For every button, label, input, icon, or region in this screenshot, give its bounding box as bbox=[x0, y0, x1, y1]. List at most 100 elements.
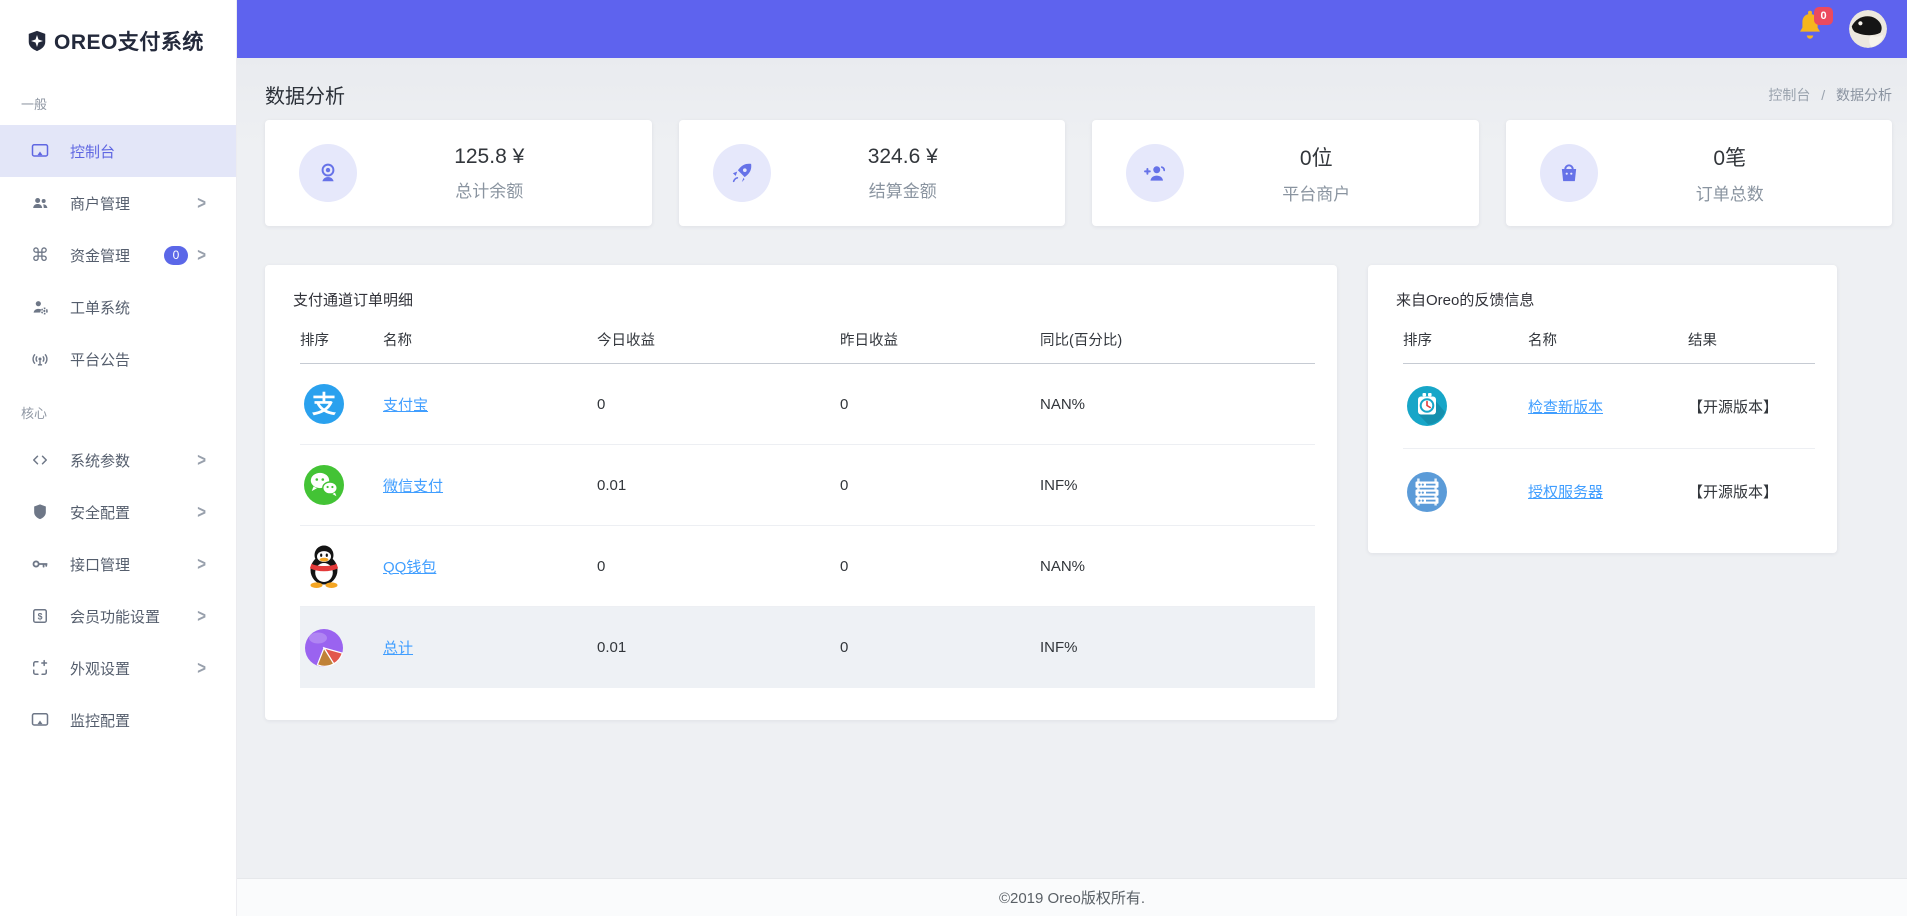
cell-ratio: NAN% bbox=[1040, 396, 1315, 413]
chevron-right-icon: > bbox=[197, 605, 206, 626]
feedback-panel-title: 来自Oreo的反馈信息 bbox=[1368, 265, 1837, 316]
broadcast-icon bbox=[30, 349, 50, 369]
breadcrumb-current: 数据分析 bbox=[1836, 87, 1892, 103]
license-server-icon bbox=[1403, 468, 1451, 516]
sidebar-item-label: 商户管理 bbox=[70, 193, 130, 214]
code-icon bbox=[30, 450, 50, 470]
breadcrumb-parent[interactable]: 控制台 bbox=[1768, 87, 1810, 103]
sidebar-item-merchants[interactable]: 商户管理 > bbox=[0, 177, 236, 229]
notifications-button[interactable]: 0 bbox=[1795, 9, 1829, 49]
stat-label: 结算金额 bbox=[771, 177, 1036, 202]
sidebar-item-api[interactable]: 接口管理 > bbox=[0, 538, 236, 590]
breadcrumb-separator: / bbox=[1821, 87, 1825, 103]
column-header-name: 名称 bbox=[383, 329, 597, 350]
sidebar-item-label: 会员功能设置 bbox=[70, 606, 160, 627]
stat-card-settlement: 324.6 ¥ 结算金额 bbox=[679, 120, 1066, 226]
shield-icon bbox=[30, 502, 50, 522]
sidebar-item-monitoring[interactable]: 监控配置 bbox=[0, 694, 236, 746]
sidebar: OREO支付系统 一般 控制台 商户管理 > ⌘ 资金管理 0 > 工单系统 平… bbox=[0, 0, 237, 916]
channel-link-wechat[interactable]: 微信支付 bbox=[383, 478, 443, 495]
stat-value: 0笔 bbox=[1598, 142, 1863, 172]
column-header-today: 今日收益 bbox=[597, 329, 840, 350]
feedback-table: 排序 名称 结果 检查新版本 【开源版本】 授权 bbox=[1403, 316, 1815, 534]
sidebar-item-funds[interactable]: ⌘ 资金管理 0 > bbox=[0, 229, 236, 281]
cell-today: 0 bbox=[597, 396, 840, 413]
cell-ratio: NAN% bbox=[1040, 558, 1315, 575]
sidebar-item-member-features[interactable]: $ 会员功能设置 > bbox=[0, 590, 236, 642]
sidebar-item-label: 控制台 bbox=[70, 141, 115, 162]
stat-card-merchants: 0位 平台商户 bbox=[1092, 120, 1479, 226]
channel-orders-panel: 支付通道订单明细 排序 名称 今日收益 昨日收益 同比(百分比) 支 支付宝 0… bbox=[265, 265, 1337, 720]
user-plus-icon bbox=[1126, 144, 1184, 202]
logo-shield-icon bbox=[26, 30, 48, 52]
command-icon: ⌘ bbox=[30, 245, 50, 265]
sidebar-item-appearance[interactable]: 外观设置 > bbox=[0, 642, 236, 694]
sidebar-item-label: 外观设置 bbox=[70, 658, 130, 679]
sidebar-item-security[interactable]: 安全配置 > bbox=[0, 486, 236, 538]
sidebar-item-announcements[interactable]: 平台公告 bbox=[0, 333, 236, 385]
chevron-right-icon: > bbox=[197, 244, 206, 265]
pie-chart-icon bbox=[300, 624, 348, 672]
table-row-qq: QQ钱包 0 0 NAN% bbox=[300, 526, 1315, 607]
stat-cards-row: 125.8 ¥ 总计余额 324.6 ¥ 结算金额 0位 平台商户 bbox=[265, 120, 1892, 226]
channel-panel-title: 支付通道订单明细 bbox=[265, 265, 1337, 316]
sidebar-item-dashboard[interactable]: 控制台 bbox=[0, 125, 236, 177]
footer: ©2019 Oreo版权所有. bbox=[237, 878, 1907, 916]
rocket-icon bbox=[713, 144, 771, 202]
cell-today: 0 bbox=[597, 558, 840, 575]
chevron-right-icon: > bbox=[197, 449, 206, 470]
stat-label: 平台商户 bbox=[1184, 180, 1449, 205]
stat-card-balance: 125.8 ¥ 总计余额 bbox=[265, 120, 652, 226]
feedback-row-license: 授权服务器 【开源版本】 bbox=[1403, 449, 1815, 534]
channel-link-qq[interactable]: QQ钱包 bbox=[383, 559, 436, 576]
svg-text:$: $ bbox=[38, 611, 43, 621]
sidebar-item-label: 系统参数 bbox=[70, 450, 130, 471]
basket-icon bbox=[1540, 144, 1598, 202]
channel-link-total[interactable]: 总计 bbox=[383, 640, 413, 657]
cell-result: 【开源版本】 bbox=[1688, 396, 1815, 417]
feedback-link-license[interactable]: 授权服务器 bbox=[1528, 484, 1603, 501]
cell-yesterday: 0 bbox=[840, 558, 1040, 575]
cell-yesterday: 0 bbox=[840, 396, 1040, 413]
notification-count-badge: 0 bbox=[1814, 7, 1833, 25]
channel-table: 排序 名称 今日收益 昨日收益 同比(百分比) 支 支付宝 0 0 NAN% bbox=[300, 316, 1315, 688]
key-icon bbox=[30, 554, 50, 574]
sidebar-item-label: 安全配置 bbox=[70, 502, 130, 523]
column-header-sort: 排序 bbox=[1403, 329, 1528, 350]
cell-ratio: INF% bbox=[1040, 477, 1315, 494]
alipay-icon: 支 bbox=[300, 380, 348, 428]
monitor-icon bbox=[30, 710, 50, 730]
funds-count-badge: 0 bbox=[164, 246, 188, 265]
sidebar-item-tickets[interactable]: 工单系统 bbox=[0, 281, 236, 333]
qq-wallet-icon bbox=[300, 542, 348, 590]
stat-label: 总计余额 bbox=[357, 177, 622, 202]
column-header-yesterday: 昨日收益 bbox=[840, 329, 1040, 350]
table-row-alipay: 支 支付宝 0 0 NAN% bbox=[300, 364, 1315, 445]
chevron-right-icon: > bbox=[197, 553, 206, 574]
sidebar-item-label: 接口管理 bbox=[70, 554, 130, 575]
breadcrumb: 控制台 / 数据分析 bbox=[1768, 85, 1892, 105]
dollar-square-icon: $ bbox=[30, 606, 50, 626]
column-header-sort: 排序 bbox=[300, 329, 383, 350]
cell-result: 【开源版本】 bbox=[1688, 481, 1815, 502]
cell-yesterday: 0 bbox=[840, 477, 1040, 494]
copyright-text: ©2019 Oreo版权所有. bbox=[999, 887, 1145, 908]
stat-value: 0位 bbox=[1184, 142, 1449, 172]
sidebar-section-general: 一般 bbox=[0, 94, 236, 113]
chevron-right-icon: > bbox=[197, 501, 206, 522]
frame-plus-icon bbox=[30, 658, 50, 678]
sidebar-item-system-params[interactable]: 系统参数 > bbox=[0, 434, 236, 486]
cell-today: 0.01 bbox=[597, 639, 840, 656]
sidebar-item-label: 监控配置 bbox=[70, 710, 130, 731]
channel-link-alipay[interactable]: 支付宝 bbox=[383, 397, 428, 414]
sidebar-section-core: 核心 bbox=[0, 403, 236, 422]
column-header-name: 名称 bbox=[1528, 329, 1688, 350]
app-title: OREO支付系统 bbox=[54, 26, 204, 56]
stat-value: 125.8 ¥ bbox=[357, 145, 622, 169]
user-avatar[interactable] bbox=[1849, 10, 1887, 48]
app-logo[interactable]: OREO支付系统 bbox=[0, 0, 236, 56]
topbar: 0 bbox=[237, 0, 1907, 58]
user-gear-icon bbox=[30, 297, 50, 317]
users-icon bbox=[30, 193, 50, 213]
feedback-link-version[interactable]: 检查新版本 bbox=[1528, 399, 1603, 416]
